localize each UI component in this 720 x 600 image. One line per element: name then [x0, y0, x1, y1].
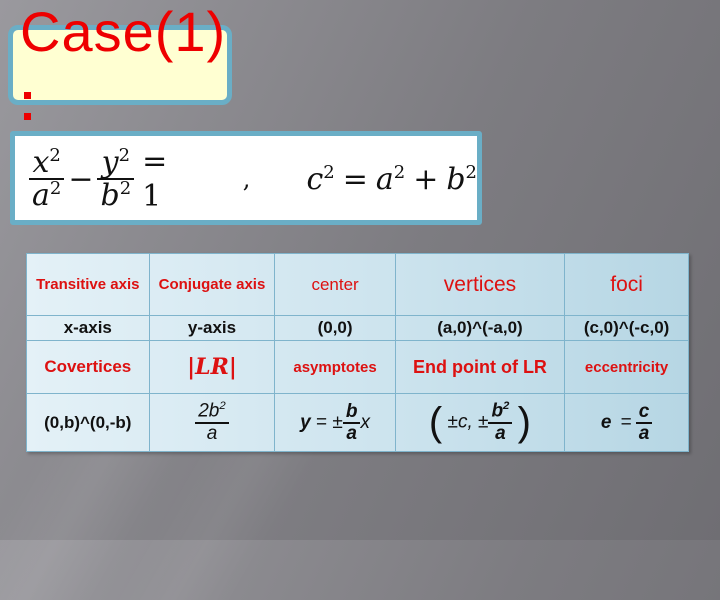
equals-one: = 1 [142, 144, 168, 214]
value-transitive-axis: x-axis [26, 315, 150, 341]
fraction-y2-b2: y2 b2 [97, 146, 135, 212]
value-eccentricity: e = c a [564, 393, 689, 452]
value-latus-rectum-length: 2b2 a [148, 393, 276, 452]
table-row: Covertices |LR| asymptotes End point of … [26, 340, 689, 394]
relation-c2: c2 [306, 161, 335, 197]
header-end-point-of-lr: End point of LR [394, 340, 566, 394]
header-covertices: Covertices [26, 340, 150, 394]
table-row: Transitive axis Conjugate axis center ve… [26, 253, 689, 316]
fraction-x2-a2: x2 a2 [29, 146, 65, 212]
header-conjugate-axis: Conjugate axis [148, 253, 276, 316]
header-foci: foci [564, 253, 689, 316]
value-covertices: (0,b)^(0,-b) [26, 393, 150, 452]
header-center: center [274, 253, 396, 316]
separator-comma: , [242, 165, 251, 193]
equation-box: x2 a2 − y2 b2 = 1 , c2 = a2 + b2 [10, 131, 482, 225]
value-conjugate-axis: y-axis [148, 315, 276, 341]
value-asymptotes: y = ± b a x [274, 393, 396, 452]
slide-title: Case(1) [20, 0, 227, 63]
relation-a2: a2 [375, 161, 406, 197]
value-center: (0,0) [274, 315, 396, 341]
header-asymptotes: asymptotes [274, 340, 396, 394]
header-vertices: vertices [394, 253, 566, 316]
hyperbola-equation: x2 a2 − y2 b2 = 1 , c2 = a2 + b2 [29, 140, 477, 218]
table-row: (0,b)^(0,-b) 2b2 a y = ± b a x ( ±c, ± b2 a ) … [26, 393, 689, 452]
header-transitive-axis: Transitive axis [26, 253, 150, 316]
relation-equals: = [342, 161, 368, 197]
header-eccentricity: eccentricity [564, 340, 689, 394]
minus-sign: − [68, 161, 94, 197]
header-latus-rectum: |LR| [148, 340, 276, 394]
value-vertices: (a,0)^(-a,0) [394, 315, 566, 341]
value-end-point-of-lr: ( ±c, ± b2 a ) [394, 393, 566, 452]
title-colon [22, 92, 32, 122]
hyperbola-properties-table: Transitive axis Conjugate axis center ve… [26, 253, 689, 452]
value-foci: (c,0)^(-c,0) [564, 315, 689, 341]
relation-b2: b2 [446, 161, 477, 197]
relation-plus: + [413, 161, 439, 197]
table-row: x-axis y-axis (0,0) (a,0)^(-a,0) (c,0)^(… [26, 315, 689, 341]
